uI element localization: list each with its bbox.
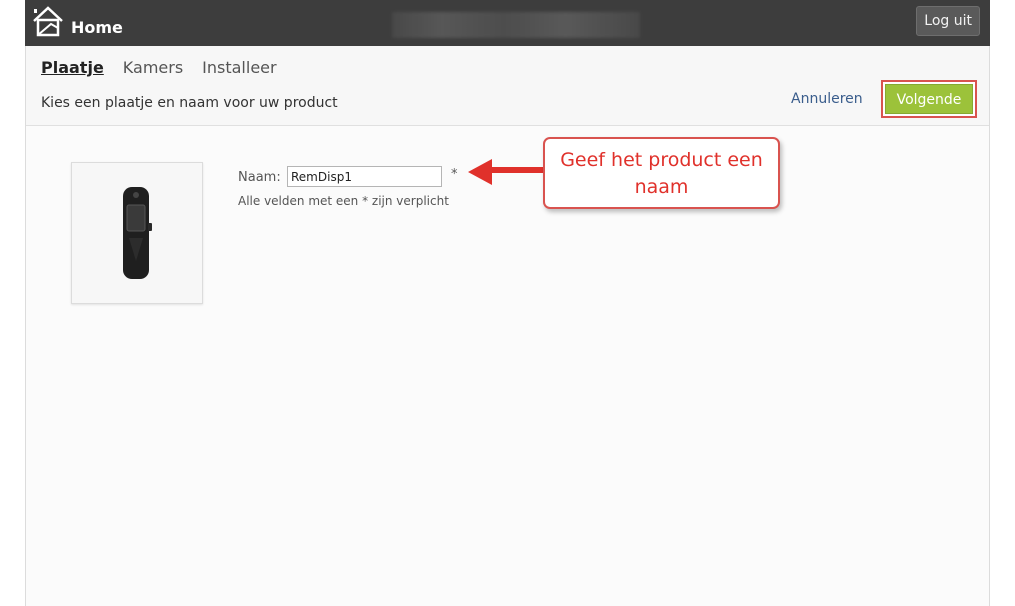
instruction-text: Kies een plaatje en naam voor uw product <box>41 95 338 111</box>
top-bar: Home Log uit <box>25 0 990 46</box>
name-label: Naam: <box>238 170 281 185</box>
cancel-link[interactable]: Annuleren <box>791 91 863 107</box>
required-marker: * <box>451 167 458 182</box>
blurred-header-region <box>392 12 640 38</box>
home-icon[interactable] <box>31 4 65 38</box>
required-note: Alle velden met een * zijn verplicht <box>238 194 449 208</box>
annotation-callout: Geef het product een naam <box>543 137 780 209</box>
main-panel: Plaatje Kamers Installeer Kies een plaat… <box>25 46 990 606</box>
next-button[interactable]: Volgende <box>885 84 973 114</box>
next-button-highlight: Volgende <box>881 80 977 118</box>
logout-button[interactable]: Log uit <box>916 6 980 36</box>
app-title[interactable]: Home <box>71 18 123 37</box>
tab-kamers[interactable]: Kamers <box>123 58 183 77</box>
tab-plaatje[interactable]: Plaatje <box>41 58 104 77</box>
remote-device-image <box>123 187 152 279</box>
product-image-card[interactable] <box>71 162 203 304</box>
name-input[interactable] <box>287 166 442 187</box>
tab-installeer[interactable]: Installeer <box>202 58 276 77</box>
wizard-tabs: Plaatje Kamers Installeer <box>41 58 296 77</box>
wizard-header: Plaatje Kamers Installeer Kies een plaat… <box>26 46 989 126</box>
annotation-arrow <box>468 159 544 185</box>
